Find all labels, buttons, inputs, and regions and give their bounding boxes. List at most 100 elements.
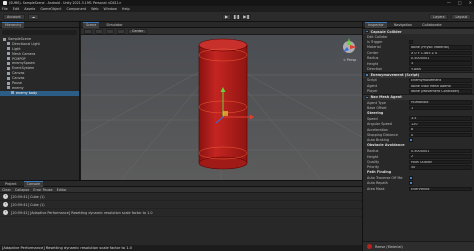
- property-label: Priority: [367, 165, 380, 170]
- gameobject-icon: [7, 71, 10, 75]
- property-field[interactable]: 8: [409, 127, 472, 132]
- gameobject-icon: [7, 42, 10, 46]
- property-row: Radius 0.5000001: [363, 55, 474, 61]
- property-label: Radius: [367, 149, 379, 154]
- hierarchy-item-label: Canvas: [12, 71, 25, 76]
- pivot-center-dropdown[interactable]: Center: [128, 28, 148, 34]
- property-field[interactable]: 2: [409, 154, 472, 159]
- log-text: [20:59:41] [Adaptive Performance] Resett…: [11, 210, 153, 215]
- hierarchy-item[interactable]: enemy body: [0, 90, 79, 96]
- play-button[interactable]: ▶: [222, 14, 231, 20]
- tab-collaborate[interactable]: Collaborate: [419, 22, 445, 28]
- menu-component[interactable]: Component: [66, 7, 86, 11]
- menu-file[interactable]: File: [2, 7, 8, 11]
- tab-inspector[interactable]: Inspector: [365, 21, 387, 28]
- enable-checkbox[interactable]: [365, 95, 369, 100]
- property-row: Player None (Movement Controller): [363, 88, 474, 94]
- gameobject-icon: [11, 91, 14, 95]
- property-field[interactable]: 3: [409, 61, 472, 66]
- log-text: [20:59:41] Cube (1): [11, 194, 45, 199]
- scene-canvas[interactable]: < Persp: [81, 35, 362, 180]
- pause-button[interactable]: ❚❚: [232, 14, 241, 20]
- gameobject-icon: [7, 81, 10, 85]
- hierarchy-item-label: Pause: [12, 81, 22, 86]
- menu-assets[interactable]: Assets: [24, 7, 35, 11]
- rotate-tool-button[interactable]: [106, 28, 114, 34]
- property-field[interactable]: 50: [409, 164, 472, 170]
- log-entry[interactable]: ! [20:59:41] Cube (1): [0, 201, 362, 209]
- path-props: Auto Traverse Off Me Auto Repath Area Mask…: [363, 175, 474, 192]
- property-checkbox[interactable]: [409, 181, 413, 186]
- property-field[interactable]: 0.5000001: [409, 55, 472, 61]
- gameobject-icon: [7, 52, 10, 56]
- property-field[interactable]: 1: [409, 105, 472, 111]
- step-button[interactable]: ▶❚: [242, 14, 251, 20]
- scale-tool-button[interactable]: [117, 28, 125, 34]
- layers-dropdown[interactable]: Layers: [429, 14, 449, 20]
- property-field[interactable]: 3.5: [409, 116, 472, 122]
- hierarchy-item-label: Canvas: [12, 76, 25, 81]
- property-field[interactable]: 0: [409, 132, 472, 138]
- hierarchy-item-label: Directional Light: [12, 41, 40, 46]
- enable-checkbox[interactable]: [365, 29, 369, 34]
- property-label: Material: [367, 45, 381, 50]
- status-bar[interactable]: [Adaptive Performance] Resetting dynamic…: [0, 245, 362, 251]
- property-field[interactable]: Humanoid: [409, 100, 472, 105]
- material-footer[interactable]: Reese (Material): [363, 241, 474, 251]
- log-entry[interactable]: ! [20:59:41] Cube (1): [0, 193, 362, 201]
- error-pause-button[interactable]: Error Pause: [33, 188, 52, 192]
- menu-edit[interactable]: Edit: [13, 7, 20, 11]
- menu-web[interactable]: Web: [91, 7, 98, 11]
- property-checkbox[interactable]: [409, 40, 413, 45]
- property-field[interactable]: X 0 Y 1.465 Z 0: [409, 50, 472, 56]
- tab-simulator[interactable]: Simulator: [103, 22, 125, 28]
- property-label: Quality: [367, 159, 380, 164]
- menu-window[interactable]: Window: [104, 7, 117, 11]
- tab-console[interactable]: Console: [23, 180, 44, 187]
- property-field[interactable]: None (Movement Controller): [409, 88, 472, 94]
- cloud-icon[interactable]: ☁: [27, 14, 40, 20]
- property-field[interactable]: Everything: [409, 186, 472, 192]
- property-checkbox[interactable]: [409, 138, 413, 143]
- property-field[interactable]: None (Nav Mesh Agent): [409, 83, 472, 89]
- tab-scene[interactable]: Scene: [83, 21, 100, 28]
- window-title: (SUMS)- SampleScene - Android - Unity 20…: [9, 1, 122, 5]
- property-row: Agent Type Humanoid: [363, 100, 474, 105]
- property-field[interactable]: 120: [409, 121, 472, 127]
- menu-help[interactable]: Help: [122, 7, 130, 11]
- hierarchy-item-label: enemySpawn: [12, 61, 35, 66]
- clear-button[interactable]: Clear: [2, 188, 11, 192]
- log-entry[interactable]: ! [20:59:41] [Adaptive Performance] Rese…: [0, 209, 362, 217]
- gameobject-icon: [3, 37, 6, 41]
- unity-logo-icon: [3, 1, 7, 5]
- property-field[interactable]: High Quality: [409, 159, 472, 165]
- editor-dropdown[interactable]: Editor: [57, 188, 67, 192]
- scene-viewport[interactable]: < Persp: [81, 35, 362, 180]
- tab-project[interactable]: Project: [2, 181, 20, 187]
- collapse-button[interactable]: Collapse: [15, 188, 29, 192]
- hand-tool-button[interactable]: [84, 28, 92, 34]
- persp-label: < Persp: [343, 58, 356, 62]
- enable-checkbox[interactable]: [365, 73, 369, 78]
- menu-gameobject[interactable]: GameObject: [40, 7, 61, 11]
- move-tool-button[interactable]: [95, 28, 103, 34]
- property-field[interactable]: Enemymovement: [409, 78, 472, 83]
- property-label: Auto Braking: [367, 138, 389, 143]
- property-label: Acceleration: [367, 127, 389, 132]
- property-checkbox[interactable]: [409, 176, 413, 181]
- property-field[interactable]: 0.5000001: [409, 148, 472, 154]
- property-field[interactable]: Y-Axis: [409, 66, 472, 72]
- property-row: Material None (Physic Material): [363, 45, 474, 50]
- property-row: Agent None (Nav Mesh Agent): [363, 83, 474, 89]
- hierarchy-item-label: enemy: [12, 85, 24, 90]
- tab-navigation[interactable]: Navigation: [391, 22, 415, 28]
- hierarchy-search-input[interactable]: [2, 30, 77, 35]
- account-button[interactable]: Account: [3, 14, 25, 20]
- property-field[interactable]: None (Physic Material): [409, 45, 472, 50]
- property-label: Angular Speed: [367, 122, 392, 127]
- layout-dropdown[interactable]: Layout: [451, 14, 471, 20]
- tab-hierarchy[interactable]: Hierarchy: [2, 21, 25, 28]
- scene-toolbar: Center: [81, 28, 362, 35]
- property-label: Agent: [367, 83, 378, 88]
- hierarchy-item-label: EventSystem: [12, 66, 35, 71]
